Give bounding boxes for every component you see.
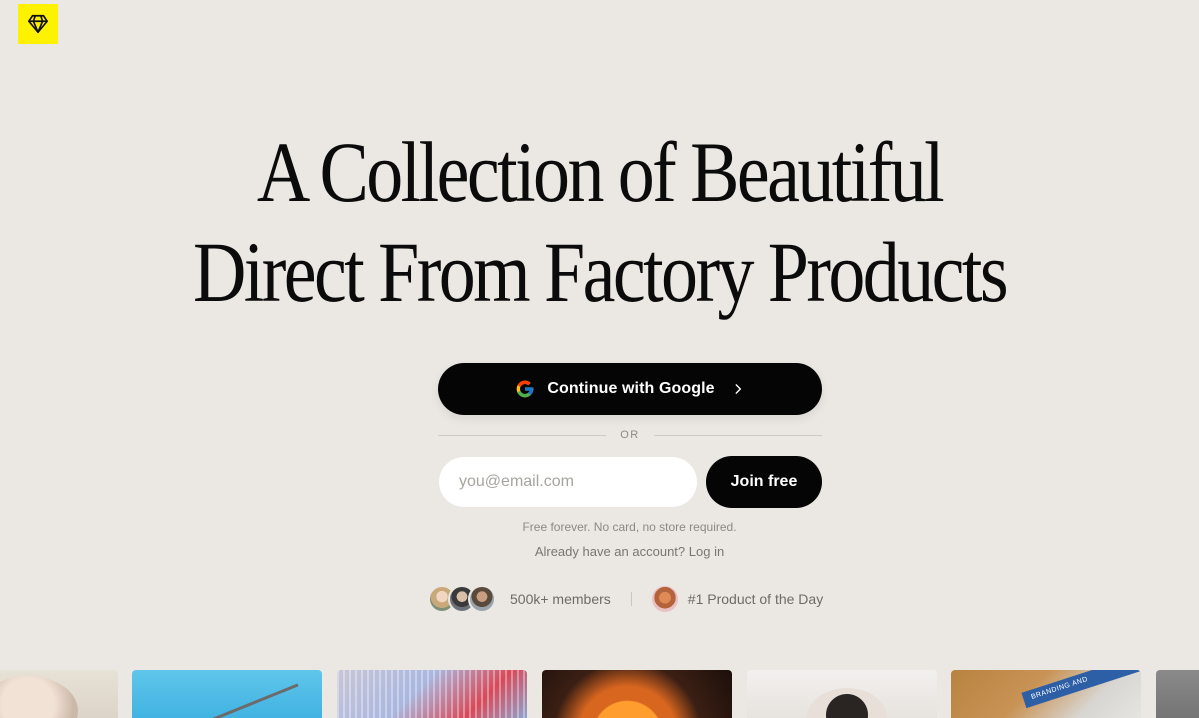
divider-line-right bbox=[653, 434, 822, 436]
chevron-right-icon bbox=[731, 382, 745, 396]
member-avatars bbox=[428, 585, 496, 613]
divider-line-left bbox=[438, 434, 607, 436]
product-tile-portrait[interactable] bbox=[0, 670, 118, 718]
product-tile-antenna[interactable] bbox=[132, 670, 322, 718]
product-strip: BRANDING AND bbox=[0, 670, 1199, 718]
product-tile-packaging[interactable]: BRANDING AND bbox=[951, 670, 1141, 718]
social-proof: 500k+ members #1 Product of the Day bbox=[428, 585, 823, 613]
email-input[interactable] bbox=[439, 457, 697, 507]
tile-image bbox=[0, 676, 78, 718]
members-count: 500k+ members bbox=[510, 591, 611, 607]
packaging-tape: BRANDING AND bbox=[1021, 670, 1141, 709]
fine-print: Free forever. No card, no store required… bbox=[522, 520, 737, 534]
product-of-day-text: #1 Product of the Day bbox=[687, 591, 824, 607]
product-tile-sunset-lamp[interactable] bbox=[542, 670, 732, 718]
google-button-label: Continue with Google bbox=[547, 380, 715, 397]
headline-line-1: A Collection of Beautiful bbox=[256, 124, 945, 220]
logo[interactable] bbox=[18, 4, 58, 44]
avatar bbox=[468, 585, 496, 613]
divider-text: OR bbox=[620, 429, 640, 441]
google-icon bbox=[515, 379, 535, 399]
product-tile-cassette[interactable] bbox=[337, 670, 527, 718]
tile-image bbox=[807, 688, 887, 718]
social-proof-separator bbox=[630, 592, 632, 606]
or-divider: OR bbox=[438, 428, 822, 442]
headline-line-2: Direct From Factory Products bbox=[192, 224, 1009, 320]
login-prompt-text: Already have an account? bbox=[534, 544, 686, 559]
tile-image bbox=[195, 683, 299, 718]
landing-page: A Collection of Beautiful Direct From Fa… bbox=[0, 0, 1199, 718]
product-tile-person[interactable] bbox=[747, 670, 937, 718]
product-tile-gray[interactable] bbox=[1156, 670, 1199, 718]
hero-headline: A Collection of Beautiful Direct From Fa… bbox=[0, 122, 1199, 322]
tile-image bbox=[337, 670, 527, 718]
login-prompt-line: Already have an account? Log in bbox=[0, 544, 1199, 559]
continue-with-google-button[interactable]: Continue with Google bbox=[438, 363, 822, 415]
diamond-icon bbox=[28, 14, 48, 34]
join-free-button[interactable]: Join free bbox=[706, 456, 822, 508]
product-of-day-avatar bbox=[651, 586, 678, 612]
login-link[interactable]: Log in bbox=[689, 544, 724, 559]
